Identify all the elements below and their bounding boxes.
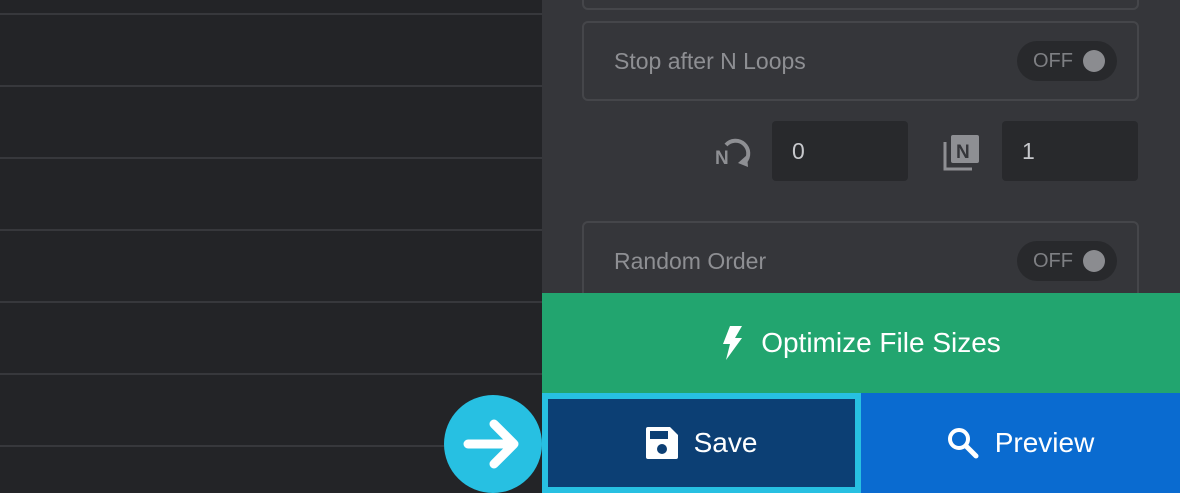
toggle-knob (1083, 250, 1105, 272)
list-divider (0, 229, 542, 231)
random-order-label: Random Order (614, 248, 767, 274)
stacked-n-icon: N (943, 135, 979, 171)
toggle-state-text: OFF (1033, 250, 1073, 272)
stop-after-loops-row: Stop after N Loops OFF (582, 21, 1139, 101)
n-frames-input[interactable] (1002, 121, 1138, 181)
svg-text:N: N (956, 142, 970, 163)
app-root: Stop after N Loops OFF N N Random Order … (0, 0, 1180, 493)
preview-button[interactable]: Preview (861, 393, 1180, 493)
preview-label: Preview (994, 427, 1095, 458)
stop-after-loops-label: Stop after N Loops (614, 48, 806, 74)
random-order-row: Random Order OFF (582, 221, 1139, 301)
optimize-file-sizes-button[interactable]: Optimize File Sizes (542, 293, 1180, 393)
list-divider (0, 301, 542, 303)
random-order-toggle[interactable]: OFF (1017, 241, 1117, 281)
loop-count-input[interactable] (772, 121, 908, 181)
lightning-bolt-icon (723, 326, 743, 360)
optimize-label: Optimize File Sizes (761, 327, 1001, 358)
settings-card-previous (582, 0, 1139, 10)
floppy-disk-icon (645, 427, 678, 459)
list-divider (0, 85, 542, 87)
save-label: Save (693, 427, 758, 458)
toggle-knob (1083, 50, 1105, 72)
loop-n-icon: N (715, 138, 751, 169)
svg-text:N: N (715, 148, 729, 169)
stop-after-loops-toggle[interactable]: OFF (1017, 41, 1117, 81)
arrow-right-icon (463, 419, 519, 469)
list-divider (0, 157, 542, 159)
magnifier-icon (947, 428, 979, 459)
list-divider (0, 373, 542, 375)
toggle-state-text: OFF (1033, 50, 1073, 72)
save-button[interactable]: Save (542, 393, 861, 493)
save-pointer-badge (444, 395, 542, 493)
list-divider (0, 13, 542, 15)
